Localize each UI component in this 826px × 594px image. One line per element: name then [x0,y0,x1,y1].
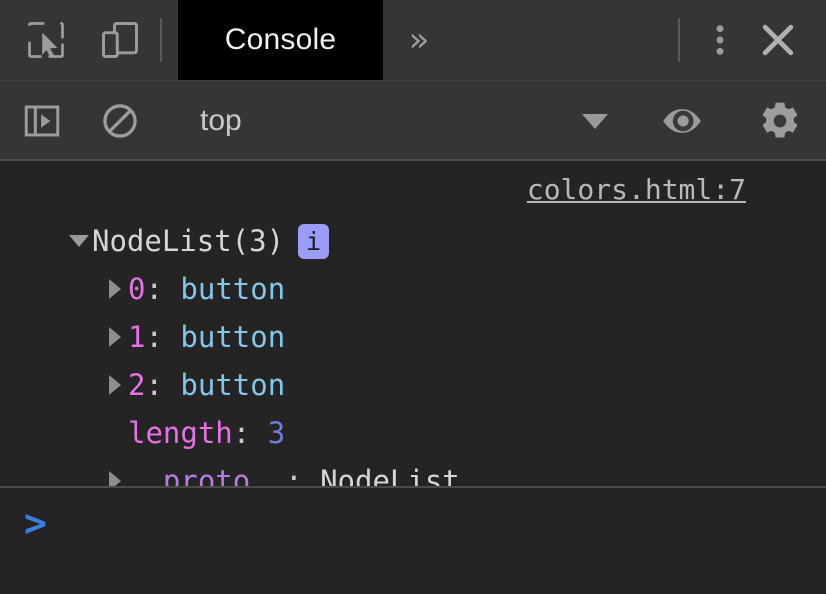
tabbar-divider-right [678,18,680,62]
object-label: NodeList(3) [92,224,284,258]
console-toolbar: top [0,80,826,161]
devtools-tabbar: Console » [0,0,826,80]
property-key: __proto__ [128,464,285,486]
settings-gear-icon [757,98,803,144]
disclosure-triangle-collapsed[interactable] [102,279,128,299]
property-key: length [128,416,233,450]
console-sidebar-toggle-icon [21,100,63,142]
live-expression-eye-icon [659,98,705,144]
disclosure-triangle-expanded[interactable] [66,235,92,247]
property-key: 0 [128,272,145,306]
inspect-element-icon [24,18,68,62]
disclosure-triangle-collapsed[interactable] [102,375,128,395]
table-row[interactable]: 2 : button [14,361,826,409]
execution-context-selector[interactable]: top [178,95,624,147]
console-sidebar-toggle-button[interactable] [18,97,66,145]
triangle-right-icon [109,327,121,347]
property-value[interactable]: button [180,320,285,354]
property-value: 3 [268,416,285,450]
console-toolbar-left [0,97,144,145]
object-tree: NodeList(3) i 0 : button 1 [0,171,826,486]
close-devtools-button[interactable] [754,16,802,64]
inspect-element-button[interactable] [22,16,70,64]
device-toolbar-icon [98,18,142,62]
property-key: 2 [128,368,145,402]
device-toolbar-button[interactable] [96,16,144,64]
property-separator: : [233,416,250,450]
console-toolbar-right [658,97,826,145]
property-value[interactable]: button [180,272,285,306]
source-location-link[interactable]: colors.html:7 [527,173,746,206]
console-message: colors.html:7 NodeList(3) i 0 : [0,161,826,486]
tabbar-right-tools [696,0,826,80]
prompt-chevron-icon: > [0,504,47,542]
clear-console-button[interactable] [96,97,144,145]
console-prompt-input[interactable] [47,504,826,544]
close-icon [756,18,800,62]
disclosure-triangle-collapsed[interactable] [102,327,128,347]
disclosure-triangle-collapsed[interactable] [102,471,128,486]
tab-console-label: Console [225,23,336,57]
execution-context-label: top [200,104,582,138]
tab-console[interactable]: Console [178,0,383,80]
three-dot-menu-icon [700,20,740,60]
tabbar-divider-left [160,18,162,62]
chevron-double-right-icon: » [409,23,430,57]
more-tabs-button[interactable]: » [383,0,455,80]
chevron-down-icon [582,114,608,129]
property-separator: : [145,320,162,354]
live-expression-button[interactable] [658,97,706,145]
triangle-down-icon [69,235,89,247]
info-badge-icon[interactable]: i [298,224,329,259]
property-separator: : [145,272,162,306]
clear-console-icon [99,100,141,142]
devtools-panel: Console » [0,0,826,594]
table-row[interactable]: __proto__ : NodeList [14,457,826,486]
triangle-right-icon [109,471,121,486]
table-row[interactable]: length : 3 [14,409,826,457]
triangle-right-icon [109,375,121,395]
property-key: 1 [128,320,145,354]
console-settings-button[interactable] [756,97,804,145]
tabbar-left-tools [0,0,144,80]
property-value[interactable]: NodeList [320,464,460,486]
table-row[interactable]: 1 : button [14,313,826,361]
property-value[interactable]: button [180,368,285,402]
table-row[interactable]: 0 : button [14,265,826,313]
more-options-button[interactable] [696,16,744,64]
object-tree-root-row[interactable]: NodeList(3) i [14,217,826,265]
triangle-right-icon [109,279,121,299]
console-prompt[interactable]: > [0,488,826,594]
tabbar-spacer [455,0,662,80]
property-separator: : [145,368,162,402]
console-output-area: colors.html:7 NodeList(3) i 0 : [0,161,826,486]
property-separator: : [285,464,302,486]
